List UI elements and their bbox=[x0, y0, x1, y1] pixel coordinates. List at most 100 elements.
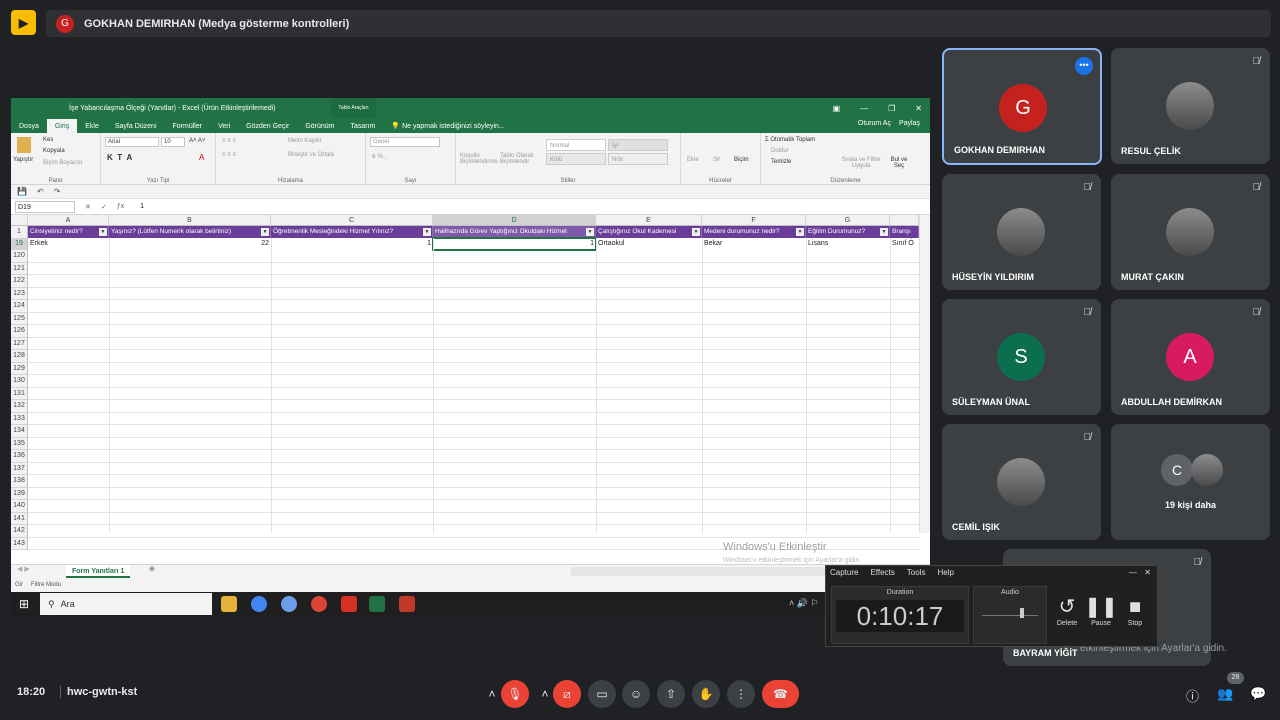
format-as-table-button[interactable]: Tablo Olarak Biçimlendir bbox=[500, 153, 544, 165]
row-header[interactable]: 135 bbox=[11, 437, 28, 450]
style-neutral[interactable]: Nötr bbox=[608, 153, 668, 165]
row-header[interactable]: 134 bbox=[11, 425, 28, 438]
header-cell[interactable]: Medeni durumunuz nedir? ▼ bbox=[702, 226, 806, 238]
raise-hand-button[interactable]: ✋ bbox=[692, 680, 720, 708]
participant-tile[interactable]: ••• G GOKHAN DEMIRHAN bbox=[942, 48, 1102, 165]
menu-help[interactable]: Help bbox=[937, 566, 953, 580]
filter-dropdown-icon[interactable]: ▼ bbox=[880, 228, 888, 236]
ribbon-display-icon[interactable]: ▣ bbox=[833, 104, 841, 113]
captions-button[interactable]: ▭ bbox=[588, 680, 616, 708]
col-header-a[interactable]: A bbox=[28, 215, 109, 226]
row-header[interactable]: 132 bbox=[11, 400, 28, 413]
align-top-icons[interactable]: ≡ ≡ ≡ bbox=[222, 138, 236, 144]
formula-input[interactable]: 1 bbox=[140, 203, 144, 210]
spreadsheet-grid[interactable]: A B C D E F G 1 Cinsiyetiniz nedir? ▼ Yaş… bbox=[11, 215, 930, 550]
tab-gorunum[interactable]: Görünüm bbox=[297, 119, 342, 133]
row-header[interactable]: 139 bbox=[11, 487, 28, 500]
row-header[interactable]: 127 bbox=[11, 337, 28, 350]
header-cell[interactable]: Cinsiyetiniz nedir? ▼ bbox=[28, 226, 109, 238]
sort-filter-button[interactable]: Sırala ve Filtre Uygula bbox=[839, 157, 883, 169]
leave-call-button[interactable]: ☎ bbox=[762, 680, 799, 708]
wrap-text-button[interactable]: Metni Kaydır bbox=[288, 138, 322, 144]
taskbar-search[interactable]: ⚲ Ara bbox=[40, 593, 212, 615]
currency-percent-icons[interactable]: ₺ % , bbox=[372, 153, 386, 160]
tab-veri[interactable]: Veri bbox=[210, 119, 238, 133]
row-header[interactable]: 1 bbox=[11, 226, 28, 239]
format-painter-button[interactable]: Biçim Boyacısı bbox=[43, 160, 82, 166]
share-button[interactable]: Paylaş bbox=[899, 120, 920, 127]
row-header[interactable]: 130 bbox=[11, 375, 28, 388]
data-cell[interactable]: Erkek bbox=[28, 238, 109, 250]
filter-dropdown-icon[interactable]: ▼ bbox=[692, 228, 700, 236]
fill-button[interactable]: Doldur bbox=[771, 148, 789, 154]
menu-capture[interactable]: Capture bbox=[830, 566, 858, 580]
audio-slider-thumb[interactable] bbox=[1020, 608, 1024, 618]
font-color-icon[interactable]: A bbox=[199, 153, 204, 162]
row-header[interactable]: 128 bbox=[11, 350, 28, 363]
participant-tile[interactable]: 🎙̸ CEMİL IŞIK bbox=[942, 424, 1101, 540]
close-icon[interactable]: ✕ bbox=[915, 104, 922, 113]
info-icon[interactable]: ⓘ bbox=[1186, 686, 1199, 705]
select-all-corner[interactable] bbox=[11, 215, 28, 226]
undo-icon[interactable]: ↶ bbox=[37, 187, 44, 196]
col-header-g[interactable]: G bbox=[806, 215, 890, 226]
excel-taskbar-icon[interactable] bbox=[369, 596, 385, 612]
pause-button[interactable]: ❚❚ Pause bbox=[1084, 594, 1118, 627]
header-cell[interactable]: Eğitim Durumunuz? ▼ bbox=[806, 226, 890, 238]
style-normal[interactable]: Normal bbox=[546, 139, 606, 151]
data-cell[interactable]: 22 bbox=[109, 238, 271, 250]
filter-dropdown-icon[interactable]: ▼ bbox=[796, 228, 804, 236]
find-select-button[interactable]: Bul ve Seç bbox=[887, 157, 911, 169]
row-header[interactable]: 142 bbox=[11, 525, 28, 538]
row-header[interactable]: 140 bbox=[11, 500, 28, 513]
clear-button[interactable]: Temizle bbox=[771, 159, 791, 165]
row-header[interactable]: 143 bbox=[11, 537, 28, 550]
tab-tasarim[interactable]: Tasarım bbox=[343, 119, 384, 133]
row-header[interactable]: 137 bbox=[11, 462, 28, 475]
vertical-scrollbar[interactable] bbox=[919, 215, 930, 533]
col-header-f[interactable]: F bbox=[702, 215, 806, 226]
app-icon[interactable] bbox=[281, 596, 297, 612]
row-header[interactable]: 133 bbox=[11, 412, 28, 425]
participant-tile[interactable]: 🎙̸ RESUL ÇELİK bbox=[1111, 48, 1270, 164]
paste-icon[interactable] bbox=[17, 137, 31, 153]
acrobat-icon[interactable] bbox=[341, 596, 357, 612]
tell-me-box[interactable]: 💡 Ne yapmak istediğinizi söyleyin... bbox=[383, 119, 512, 133]
tab-gozden-gecir[interactable]: Gözden Geçir bbox=[238, 119, 297, 133]
row-header[interactable]: 126 bbox=[11, 325, 28, 338]
sheet-nav-arrows[interactable]: ◀ ▶ bbox=[17, 565, 30, 573]
row-header[interactable]: 136 bbox=[11, 450, 28, 463]
tab-dosya[interactable]: Dosya bbox=[11, 119, 47, 133]
fx-icon[interactable]: ƒx bbox=[117, 203, 124, 210]
minimize-icon[interactable]: — bbox=[860, 104, 868, 113]
more-options-icon[interactable]: ••• bbox=[1075, 57, 1093, 75]
cut-button[interactable]: Kes bbox=[43, 137, 53, 143]
row-header[interactable]: 131 bbox=[11, 387, 28, 400]
audio-slider[interactable] bbox=[982, 606, 1038, 618]
recorder-taskbar-icon[interactable] bbox=[399, 596, 415, 612]
participant-tile[interactable]: 🎙̸ HÜSEYİN YILDIRIM bbox=[942, 174, 1101, 290]
number-format-select[interactable]: Genel bbox=[370, 137, 440, 147]
data-cell[interactable]: Ortaokul bbox=[596, 238, 702, 250]
chrome-profile-icon[interactable] bbox=[311, 596, 327, 612]
present-button[interactable]: ⇧ bbox=[657, 680, 685, 708]
col-header-h[interactable] bbox=[890, 215, 919, 226]
header-cell[interactable]: Yaşınız? (Lütfen Numerik olarak belirtin… bbox=[109, 226, 271, 238]
merge-center-button[interactable]: Birleştir ve Ortala bbox=[288, 152, 334, 158]
chrome-icon[interactable] bbox=[251, 596, 267, 612]
enter-icon[interactable]: ✓ bbox=[101, 203, 107, 211]
tab-sayfa-duzeni[interactable]: Sayfa Düzeni bbox=[107, 119, 165, 133]
col-header-d[interactable]: D bbox=[433, 215, 596, 226]
cancel-icon[interactable]: ✕ bbox=[85, 203, 91, 211]
data-cell[interactable]: 1 bbox=[271, 238, 433, 250]
redo-icon[interactable]: ↷ bbox=[54, 187, 61, 196]
filter-dropdown-icon[interactable]: ▼ bbox=[99, 228, 107, 236]
bold-italic-underline-icons[interactable]: K T A bbox=[107, 153, 132, 162]
participant-tile[interactable]: 🎙̸ MURAT ÇAKIN bbox=[1111, 174, 1270, 290]
row-header[interactable]: 123 bbox=[11, 287, 28, 300]
conditional-formatting-button[interactable]: Koşullu Biçimlendirme bbox=[460, 153, 500, 165]
tab-giris[interactable]: Giriş bbox=[46, 119, 78, 133]
row-header[interactable]: 122 bbox=[11, 275, 28, 288]
filter-dropdown-icon[interactable]: ▼ bbox=[423, 228, 431, 236]
col-header-b[interactable]: B bbox=[109, 215, 271, 226]
